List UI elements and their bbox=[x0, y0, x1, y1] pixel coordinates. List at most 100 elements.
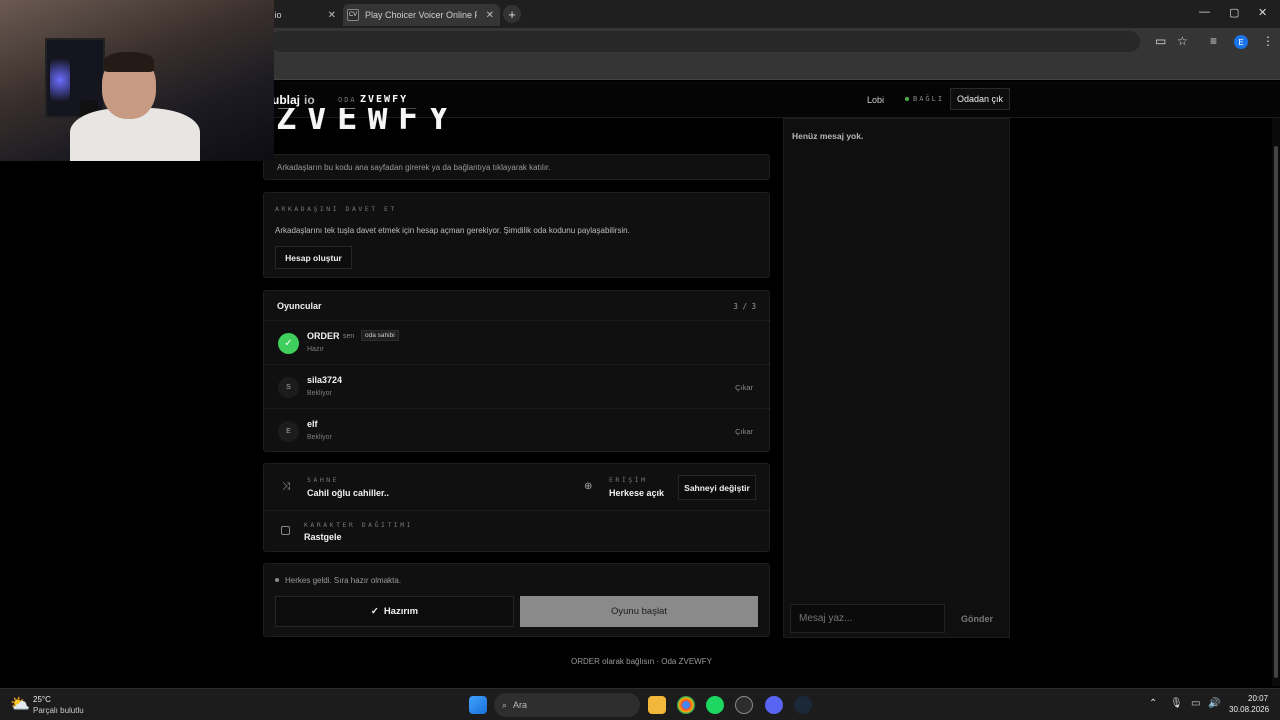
browser-tab-active[interactable]: CV Play Choicer Voicer Online Free ✕ bbox=[343, 4, 500, 26]
taskbar-search[interactable]: ⌕ Ara bbox=[494, 693, 640, 717]
player-avatar: S bbox=[278, 377, 299, 398]
player-name: sila3724 bbox=[307, 375, 343, 385]
cast-value[interactable]: Rastgele bbox=[304, 532, 342, 542]
character-icon bbox=[281, 526, 290, 535]
ready-message: Herkes geldi. Sıra hazır olmakta. bbox=[285, 576, 402, 585]
room-code-header: ZVEWFY bbox=[360, 94, 409, 105]
maximize-icon[interactable]: ▢ bbox=[1229, 6, 1239, 19]
file-explorer-icon[interactable] bbox=[648, 696, 666, 714]
settings-divider bbox=[264, 510, 771, 511]
leave-room-button[interactable]: Odadan çık bbox=[950, 88, 1010, 110]
players-card: Oyuncular 3 / 3 ✓ ORDER sen oda sahibi H… bbox=[263, 290, 771, 452]
chat-empty-text: Henüz mesaj yok. bbox=[792, 131, 864, 141]
logo-suffix: io bbox=[304, 93, 315, 107]
access-label: ERİŞİM bbox=[609, 476, 648, 484]
ready-button-label: Hazırım bbox=[383, 606, 419, 617]
check-icon: ✓ bbox=[370, 606, 379, 617]
volume-icon[interactable]: 🔊 bbox=[1208, 698, 1220, 709]
clock-time[interactable]: 20:07 bbox=[1248, 694, 1268, 703]
player-status: Bekliyor bbox=[307, 434, 332, 441]
kick-player-button[interactable]: Çıkar bbox=[735, 427, 753, 436]
chat-panel: Henüz mesaj yok. Gönder bbox=[783, 118, 1010, 638]
player-name: ORDER bbox=[307, 331, 340, 341]
owner-badge: oda sahibi bbox=[361, 330, 399, 341]
new-tab-icon[interactable]: + bbox=[503, 5, 521, 23]
kick-player-button[interactable]: Çıkar bbox=[735, 383, 753, 392]
cast-icon[interactable]: ▭ bbox=[1155, 34, 1166, 48]
player-name: elf bbox=[307, 419, 318, 429]
ready-card: Herkes geldi. Sıra hazır olmakta. ✓ Hazır… bbox=[263, 563, 770, 637]
bookmark-star-icon[interactable]: ☆ bbox=[1177, 34, 1188, 48]
tab-favicon-icon: CV bbox=[347, 9, 359, 21]
nav-lobby-link[interactable]: Lobi bbox=[867, 95, 884, 105]
player-avatar: E bbox=[278, 421, 299, 442]
scrollbar-thumb[interactable] bbox=[1274, 146, 1278, 678]
clock-date[interactable]: 30.08.2026 bbox=[1229, 705, 1269, 714]
player-row: ✓ ORDER sen oda sahibi Hazır bbox=[264, 320, 771, 364]
connection-status: BAĞLI bbox=[905, 95, 944, 103]
logo-main: ublaj bbox=[272, 93, 301, 107]
room-code-title: ZVEWFY bbox=[276, 108, 459, 136]
microphone-icon[interactable]: 🎙 bbox=[1170, 698, 1183, 709]
join-hint-card: Arkadaşların bu kodu ana sayfadan girere… bbox=[263, 154, 770, 180]
close-window-icon[interactable]: ✕ bbox=[1258, 6, 1267, 19]
ready-button[interactable]: ✓ Hazırım bbox=[275, 596, 514, 627]
start-game-button[interactable]: Oyunu başlat bbox=[520, 596, 758, 627]
windows-start-icon[interactable] bbox=[469, 696, 487, 714]
invite-card: ARKADAŞINI DAVET ET Arkadaşlarını tek tu… bbox=[263, 192, 770, 278]
site-logo[interactable]: ublaj io bbox=[272, 93, 315, 107]
search-icon: ⌕ bbox=[502, 699, 508, 710]
create-account-button[interactable]: Hesap oluştur bbox=[275, 246, 352, 269]
profile-avatar[interactable]: E bbox=[1234, 35, 1248, 49]
windows-taskbar: ⛅ 25°C Parçalı bulutlu ⌕ Ara ⌃ 🎙 ▭ 🔊 20:0… bbox=[0, 688, 1280, 720]
settings-card: ⤨ SAHNE Cahil oğlu cahiller.. ⊕ ERİŞİM H… bbox=[263, 463, 771, 552]
change-scene-button[interactable]: Sahneyi değiştir bbox=[678, 475, 756, 500]
media-queue-icon[interactable]: ≡ bbox=[1210, 34, 1217, 48]
join-hint-text: Arkadaşların bu kodu ana sayfadan girere… bbox=[277, 163, 551, 172]
players-count: 3 / 3 bbox=[733, 302, 756, 311]
weather-icon[interactable]: ⛅ bbox=[10, 694, 30, 714]
tab-close-icon[interactable]: ✕ bbox=[486, 10, 494, 21]
cast-label: KARAKTER DAĞITIMI bbox=[304, 521, 414, 529]
tab-title: Play Choicer Voicer Online Free bbox=[365, 10, 477, 20]
shuffle-icon: ⤨ bbox=[282, 481, 290, 492]
page-scrollbar[interactable] bbox=[1272, 118, 1280, 686]
invite-heading: ARKADAŞINI DAVET ET bbox=[275, 205, 397, 213]
spotify-icon[interactable] bbox=[706, 696, 724, 714]
tray-overflow-icon[interactable]: ⌃ bbox=[1149, 698, 1157, 709]
player-row: S sila3724 Bekliyor Çıkar bbox=[264, 364, 771, 408]
players-title: Oyuncular bbox=[277, 301, 322, 311]
room-label: ODA bbox=[338, 96, 357, 104]
scene-value: Cahil oğlu cahiller.. bbox=[307, 488, 390, 498]
webcam-background-light bbox=[50, 50, 70, 110]
footer-text: ORDER olarak bağlısın · Oda ZVEWFY bbox=[571, 657, 712, 666]
weather-temp[interactable]: 25°C bbox=[33, 695, 51, 704]
webcam-person-hair bbox=[104, 52, 154, 72]
discord-icon[interactable] bbox=[765, 696, 783, 714]
status-dot-icon bbox=[905, 97, 909, 101]
chat-message-input[interactable] bbox=[790, 604, 945, 633]
player-status: Hazır bbox=[307, 346, 324, 353]
network-icon[interactable]: ▭ bbox=[1191, 698, 1200, 709]
ready-check-icon: ✓ bbox=[278, 333, 299, 354]
player-you-tag: sen bbox=[343, 333, 355, 340]
invite-text: Arkadaşlarını tek tuşla davet etmek için… bbox=[275, 226, 630, 235]
address-bar[interactable] bbox=[270, 31, 1140, 52]
webcam-overlay bbox=[0, 0, 274, 161]
chat-send-button[interactable]: Gönder bbox=[952, 604, 1002, 633]
steam-icon[interactable] bbox=[794, 696, 812, 714]
weather-desc[interactable]: Parçalı bulutlu bbox=[33, 706, 84, 715]
player-status: Bekliyor bbox=[307, 390, 332, 397]
status-text: BAĞLI bbox=[913, 95, 945, 103]
chrome-icon[interactable] bbox=[677, 696, 695, 714]
scene-label: SAHNE bbox=[307, 476, 340, 484]
minimize-icon[interactable]: — bbox=[1199, 6, 1210, 18]
access-value[interactable]: Herkese açık bbox=[609, 488, 664, 498]
tab-close-icon[interactable]: ✕ bbox=[328, 10, 336, 21]
menu-kebab-icon[interactable]: ⋮ bbox=[1262, 34, 1274, 48]
globe-icon: ⊕ bbox=[584, 481, 593, 492]
room-code-text: ZVEWFY bbox=[276, 108, 459, 136]
player-row: E elf Bekliyor Çıkar bbox=[264, 408, 771, 452]
info-dot-icon bbox=[275, 578, 279, 582]
app-icon[interactable] bbox=[735, 696, 753, 714]
